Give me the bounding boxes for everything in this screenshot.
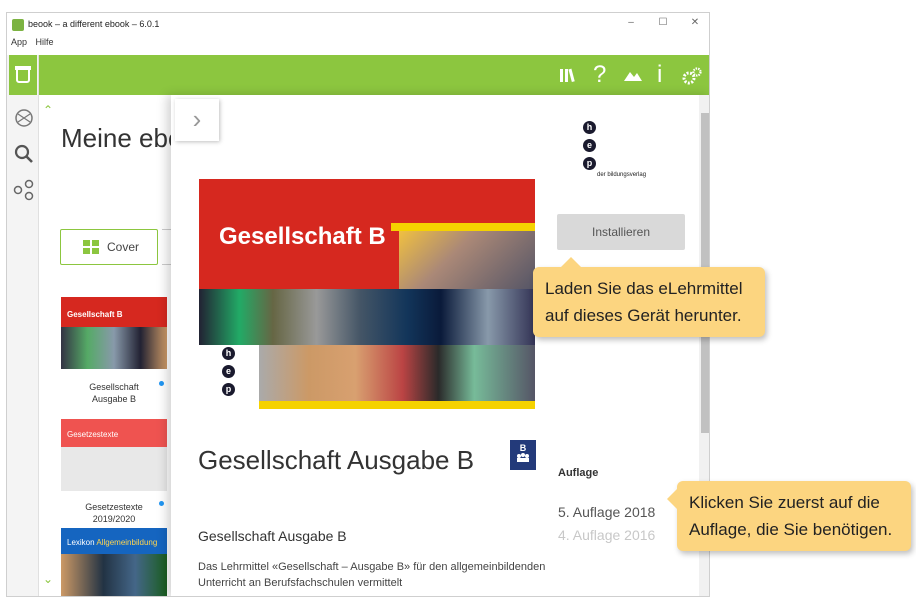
book-title-line2: 2019/2020 — [92, 514, 136, 524]
share-icon[interactable] — [13, 179, 35, 201]
tooltip-pointer — [667, 489, 677, 509]
beook-logo-icon — [12, 19, 24, 31]
home-icon[interactable] — [9, 55, 37, 95]
book-subtitle: Gesellschaft Ausgabe B — [198, 528, 347, 544]
book-cover-photos — [61, 554, 167, 596]
help-icon[interactable]: ? — [593, 61, 606, 89]
install-button[interactable]: Installieren — [557, 214, 685, 250]
logo-letter: e — [583, 139, 596, 152]
cover-photo — [399, 231, 535, 289]
book-cover-gesellschaft[interactable]: Gesellschaft B — [61, 297, 167, 369]
book-title-line1: Gesetzestexte — [85, 502, 143, 512]
cover-photo-strip — [259, 345, 535, 401]
cover-logo-letter: h — [222, 347, 235, 360]
book-cover-title: Lexikon Allgemeinbildung — [67, 538, 158, 547]
sidebar — [7, 55, 39, 596]
chevron-down-icon[interactable]: ⌄ — [43, 572, 53, 586]
status-dot — [159, 381, 164, 386]
tooltip-line: Laden Sie das eLehrmittel — [545, 279, 743, 298]
info-icon[interactable]: i — [657, 61, 662, 89]
cover-yellow-strip — [259, 401, 535, 409]
edition-tooltip: Klicken Sie zuerst auf die Auflage, die … — [667, 481, 911, 551]
book-cover-lexikon[interactable]: Lexikon Allgemeinbildung — [61, 528, 167, 596]
edition-label: Auflage — [558, 467, 599, 479]
book-detail-panel: › h e p der bildungsverlag Installieren … — [171, 95, 709, 596]
minimize-button[interactable]: – — [623, 17, 639, 28]
cover-title: Gesellschaft B — [219, 223, 386, 250]
main-toolbar: ? i — [39, 55, 709, 95]
cover-logo-letter: e — [222, 365, 235, 378]
tooltip-line: Klicken Sie zuerst auf die — [689, 493, 880, 512]
cover-logo-letter: p — [222, 383, 235, 396]
book-title-line1: Gesellschaft — [89, 382, 139, 392]
menu-hilfe[interactable]: Hilfe — [36, 37, 54, 47]
install-tooltip: Laden Sie das eLehrmittel auf dieses Ger… — [533, 257, 765, 337]
close-window-button[interactable]: ✕ — [687, 17, 703, 28]
globe-icon[interactable] — [13, 107, 35, 129]
cover-yellow-strip — [391, 223, 535, 231]
book-title: Gesellschaft Ausgabe B — [198, 445, 475, 475]
publisher-logo: h e p der bildungsverlag — [579, 121, 669, 181]
book-description: Das Lehrmittel «Gesellschaft – Ausgabe B… — [198, 561, 546, 589]
settings-icon[interactable] — [681, 66, 703, 91]
tooltip-line: auf dieses Gerät herunter. — [545, 306, 742, 325]
badge-letter: B — [519, 443, 527, 453]
book-cover-large: Gesellschaft B h e p — [199, 179, 535, 409]
book-cover-photos — [61, 327, 167, 369]
edition-badge: B — [510, 440, 536, 470]
page-title: Meine ebo — [61, 123, 183, 153]
grid-icon — [83, 240, 99, 254]
cover-view-label: Cover — [107, 240, 140, 254]
book-cover-body — [61, 447, 167, 491]
edition-2016[interactable]: 4. Auflage 2016 — [558, 527, 655, 543]
landscape-icon[interactable] — [623, 66, 643, 89]
library-icon[interactable] — [559, 66, 577, 89]
window-title: beook – a different ebook – 6.0.1 — [28, 19, 160, 29]
book-title-line2: Ausgabe B — [91, 394, 137, 404]
tooltip-pointer — [561, 257, 581, 267]
book-cover-title: Gesellschaft B — [67, 310, 123, 319]
edition-2018[interactable]: 5. Auflage 2018 — [558, 504, 655, 520]
book-cover-gesetzestexte[interactable]: Gesetzestexte — [61, 419, 167, 491]
cover-view-button[interactable]: Cover — [60, 229, 158, 265]
maximize-button[interactable]: ☐ — [655, 17, 671, 28]
search-icon[interactable] — [13, 143, 35, 165]
logo-letter: h — [583, 121, 596, 134]
chevron-up-icon[interactable]: ⌃ — [43, 103, 53, 117]
publisher-name: der bildungsverlag — [597, 172, 647, 178]
cover-logo-area: h e p — [199, 345, 259, 409]
people-icon — [517, 453, 529, 462]
title-bar: beook – a different ebook – 6.0.1 – ☐ ✕ — [7, 13, 709, 37]
menu-app[interactable]: App — [11, 37, 27, 47]
logo-letter: p — [583, 157, 596, 170]
tooltip-line: Auflage, die Sie benötigen. — [689, 520, 893, 539]
book-cover-title: Gesetzestexte — [67, 430, 119, 439]
cover-photo-strip — [199, 289, 535, 345]
close-panel-button[interactable]: › — [175, 99, 219, 141]
status-dot — [159, 501, 164, 506]
menu-bar: App Hilfe — [7, 37, 709, 53]
